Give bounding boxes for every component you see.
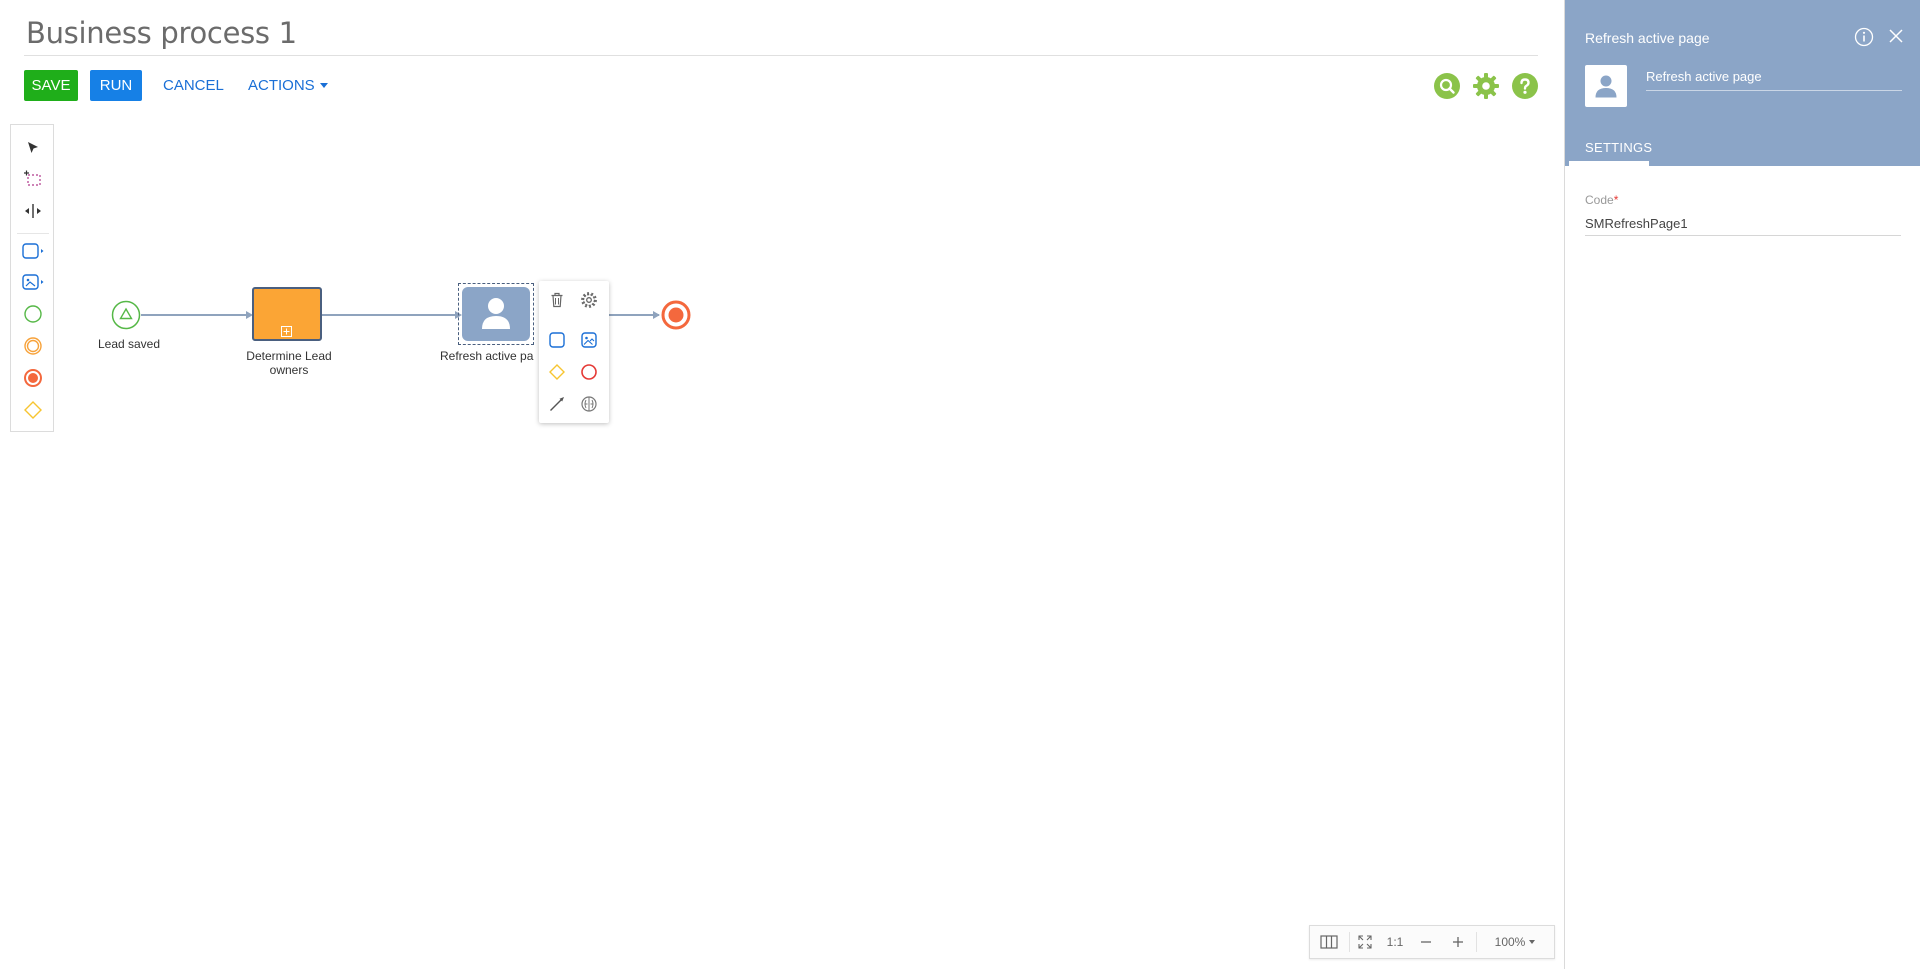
element-type-avatar (1585, 65, 1627, 107)
zoom-level-value: 100% (1494, 935, 1526, 949)
close-icon[interactable] (1888, 28, 1904, 49)
caret-down-icon (319, 83, 328, 88)
save-button[interactable]: SAVE (24, 70, 78, 101)
user-task-label: Refresh active pa (440, 349, 534, 363)
element-name-field[interactable]: Refresh active page (1646, 69, 1762, 84)
start-event-icon[interactable] (22, 303, 44, 325)
subprocess-label: Determine Lead owners (246, 349, 332, 377)
actions-dropdown-button[interactable]: ACTIONS (248, 77, 328, 94)
task-icon[interactable] (546, 329, 568, 351)
info-icon[interactable] (1854, 27, 1874, 52)
zoom-divider (1476, 932, 1477, 952)
connector-line[interactable] (322, 314, 456, 316)
user-icon (1595, 75, 1617, 98)
ai-icon[interactable] (578, 393, 600, 415)
code-field-label: Code* (1585, 193, 1618, 207)
subprocess-icon[interactable] (578, 329, 600, 351)
actual-size-button[interactable]: 1:1 (1380, 926, 1410, 958)
delete-icon[interactable] (546, 289, 568, 311)
arrowhead-icon (653, 311, 660, 319)
code-input-underline (1585, 235, 1901, 236)
minimap-toggle-icon[interactable] (1310, 926, 1348, 958)
panel-title: Refresh active page (1585, 30, 1710, 46)
connector-line[interactable] (141, 314, 247, 316)
zoom-out-icon[interactable] (1410, 926, 1442, 958)
zoom-level-select[interactable]: 100% (1480, 926, 1550, 958)
zoom-toolbar: 1:1 100% (1309, 925, 1555, 959)
task-element-icon[interactable] (22, 240, 44, 262)
end-event-icon[interactable] (578, 361, 600, 383)
start-event-label: Lead saved (97, 337, 161, 351)
subprocess-node[interactable] (252, 287, 322, 341)
pointer-tool-icon[interactable] (22, 137, 44, 159)
settings-icon[interactable] (578, 289, 600, 311)
element-context-menu (539, 281, 609, 423)
user-task-node[interactable] (462, 287, 530, 341)
zoom-in-icon[interactable] (1442, 926, 1474, 958)
required-mark: * (1613, 193, 1619, 207)
caret-down-icon (1529, 940, 1536, 944)
active-tab-indicator (1569, 161, 1649, 166)
panel-header: Refresh active page Refresh active page … (1565, 0, 1920, 166)
connector-line[interactable] (609, 314, 659, 316)
start-event-node[interactable] (111, 300, 141, 330)
gateway-icon[interactable] (546, 361, 568, 383)
code-label-text: Code (1585, 193, 1614, 207)
end-event-node[interactable] (661, 300, 691, 330)
cancel-button[interactable]: CANCEL (163, 77, 224, 94)
fit-screen-icon[interactable] (1350, 926, 1380, 958)
lasso-select-icon[interactable] (22, 168, 44, 190)
gear-icon[interactable] (1473, 73, 1499, 99)
palette-divider (17, 233, 49, 234)
element-palette (10, 124, 54, 432)
title-divider (24, 55, 1538, 56)
page-title: Business process 1 (26, 16, 297, 50)
end-event-icon[interactable] (22, 367, 44, 389)
search-icon[interactable] (1434, 73, 1460, 99)
intermediate-event-icon[interactable] (22, 335, 44, 357)
gateway-icon[interactable] (22, 399, 44, 421)
sub-process-element-icon[interactable] (22, 271, 44, 293)
actions-label: ACTIONS (248, 77, 315, 94)
element-properties-panel: Refresh active page Refresh active page … (1564, 0, 1920, 969)
run-button[interactable]: RUN (90, 70, 142, 101)
code-input[interactable]: SMRefreshPage1 (1585, 216, 1688, 231)
help-icon[interactable] (1512, 73, 1538, 99)
space-tool-icon[interactable] (22, 200, 44, 222)
connector-icon[interactable] (546, 393, 568, 415)
tab-settings[interactable]: SETTINGS (1585, 140, 1652, 155)
element-name-underline (1646, 90, 1902, 91)
